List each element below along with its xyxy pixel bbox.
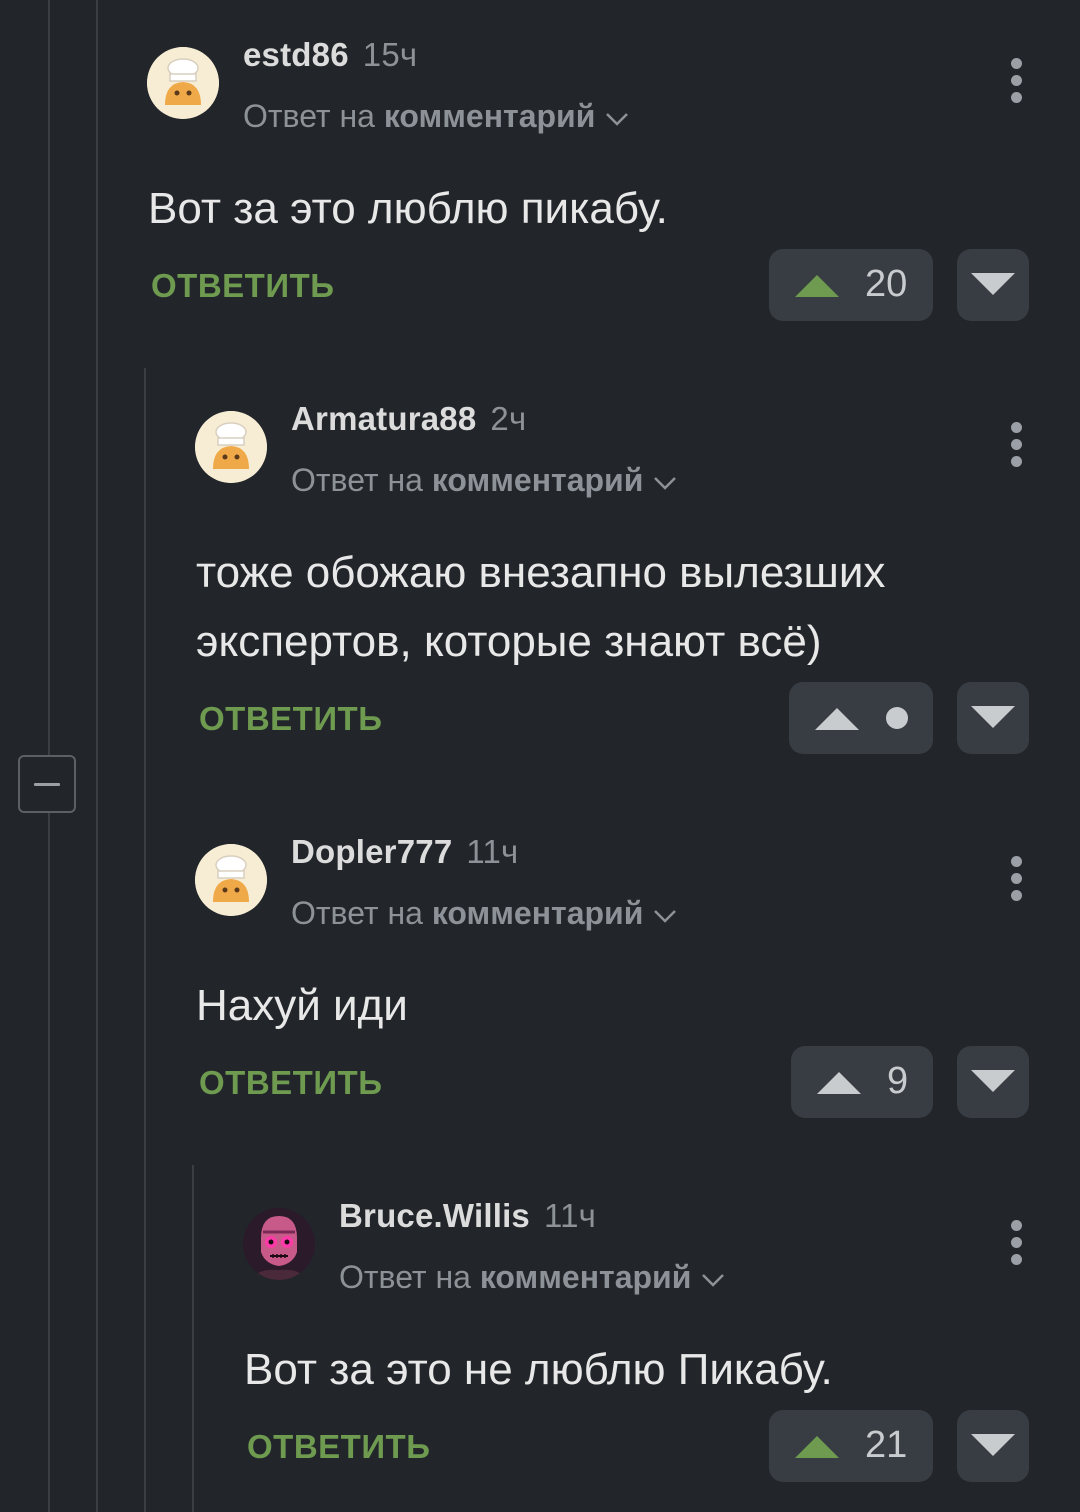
upvote-button[interactable] [789, 682, 933, 754]
downvote-arrow-icon [971, 273, 1015, 295]
reply-to-link[interactable]: Ответ на комментарий [339, 1259, 725, 1296]
user-avatar[interactable] [195, 411, 267, 483]
comment-text: Вот за это люблю пикабу. [148, 184, 668, 233]
username[interactable]: Armatura88 2ч [291, 400, 526, 438]
comment-text: Нахуй иди [196, 981, 408, 1030]
thread-line [96, 0, 98, 1512]
user-avatar[interactable] [243, 1208, 315, 1280]
thread-line [192, 1165, 194, 1512]
chevron-down-icon [702, 1273, 725, 1287]
username[interactable]: estd86 15ч [243, 36, 417, 74]
reply-button[interactable]: ОТВЕТИТЬ [247, 1428, 430, 1466]
thread-line [144, 368, 146, 1512]
chevron-down-icon [606, 112, 629, 126]
reply-to-link[interactable]: Ответ на комментарий [291, 462, 677, 499]
rating-count: 20 [865, 263, 908, 305]
comment-time: 2ч [490, 400, 527, 437]
more-options-icon[interactable] [1010, 422, 1024, 470]
downvote-arrow-icon [971, 1434, 1015, 1456]
upvote-button[interactable]: 21 [769, 1410, 933, 1482]
rating-count: 9 [887, 1060, 909, 1102]
skull-avatar-icon [243, 1208, 315, 1280]
rating-hidden-dot [886, 707, 908, 729]
upvote-arrow-icon [795, 1436, 839, 1458]
comment-text: Вот за это не люблю Пикабу. [244, 1345, 833, 1394]
comment-text: тоже обожаю внезапно вылезших экспертов,… [196, 548, 886, 666]
reply-to-link[interactable]: Ответ на комментарий [243, 98, 629, 135]
downvote-button[interactable] [957, 1410, 1029, 1482]
comment-time: 11ч [544, 1197, 597, 1234]
reply-button[interactable]: ОТВЕТИТЬ [151, 267, 334, 305]
chevron-down-icon [654, 909, 677, 923]
downvote-button[interactable] [957, 249, 1029, 321]
reply-button[interactable]: ОТВЕТИТЬ [199, 700, 382, 738]
user-avatar[interactable] [195, 844, 267, 916]
rating-count: 21 [865, 1424, 908, 1466]
downvote-arrow-icon [971, 1070, 1015, 1092]
downvote-button[interactable] [957, 682, 1029, 754]
more-options-icon[interactable] [1010, 856, 1024, 904]
chevron-down-icon [654, 476, 677, 490]
upvote-button[interactable]: 9 [791, 1046, 933, 1118]
more-options-icon[interactable] [1010, 58, 1024, 106]
comment-time: 11ч [466, 833, 519, 870]
upvote-arrow-icon [817, 1072, 861, 1094]
reply-to-link[interactable]: Ответ на комментарий [291, 895, 677, 932]
user-avatar[interactable] [147, 47, 219, 119]
reply-button[interactable]: ОТВЕТИТЬ [199, 1064, 382, 1102]
upvote-arrow-icon [815, 708, 859, 730]
username[interactable]: Bruce.Willis 11ч [339, 1197, 596, 1235]
more-options-icon[interactable] [1010, 1220, 1024, 1268]
downvote-arrow-icon [971, 706, 1015, 728]
downvote-button[interactable] [957, 1046, 1029, 1118]
collapse-thread-button[interactable] [18, 755, 76, 813]
comment-time: 15ч [362, 36, 418, 73]
upvote-button[interactable]: 20 [769, 249, 933, 321]
username[interactable]: Dopler777 11ч [291, 833, 518, 871]
upvote-arrow-icon [795, 275, 839, 297]
